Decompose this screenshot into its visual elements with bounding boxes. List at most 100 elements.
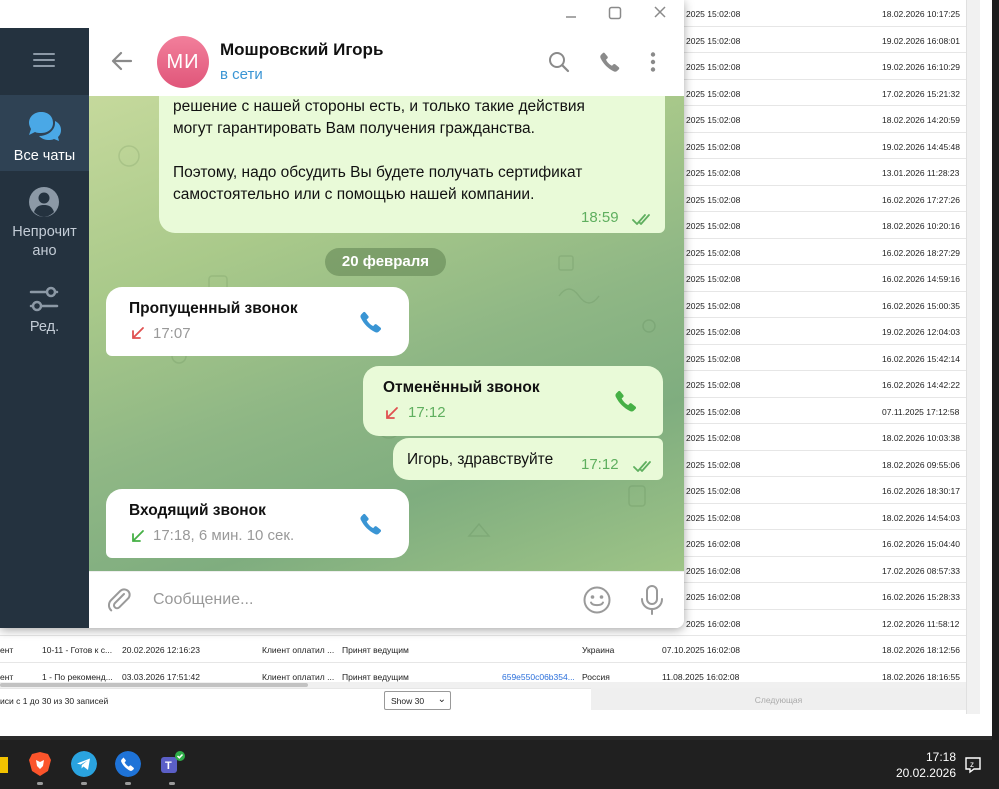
next-page-button[interactable]: Следующая (591, 688, 966, 710)
table-cell: 20.02.2026 12:16:23 (122, 645, 200, 655)
running-indicator (37, 782, 43, 785)
notifications-icon[interactable]: z (964, 756, 982, 774)
table-cell: Клиент оплатил ... (262, 645, 335, 655)
table-cell: Принят ведущим (342, 645, 409, 655)
folders-sidebar: Все чаты Непрочит ано Ред. (0, 28, 89, 628)
window-titlebar (0, 0, 684, 28)
phone-app-icon[interactable] (115, 751, 141, 777)
running-indicator (125, 782, 131, 785)
call-time: 17:18, 6 мин. 10 сек. (153, 527, 295, 544)
table-cell-last-activity: 18.02.2026 09:55:06 (882, 459, 960, 470)
table-row[interactable]: ент 10-11 - Готов к с... 20.02.2026 12:16:… (0, 636, 966, 663)
message-outgoing[interactable]: Игорь, здравствуйте 17:12 (393, 438, 663, 480)
background-edge (980, 0, 999, 740)
table-cell-last-activity: 18.02.2026 10:03:38 (882, 433, 960, 443)
call-title: Отменённый звонок (383, 379, 540, 396)
table-cell: Украина (582, 645, 615, 655)
table-cell-modified: 2025 15:02:08 (686, 406, 741, 417)
page-size-value: Show 30 (391, 696, 425, 706)
table-cell-modified: 2025 15:02:08 (686, 194, 741, 205)
hamburger-menu-icon[interactable] (0, 28, 89, 94)
folder-label: Все чаты (13, 148, 76, 164)
call-back-phone-icon[interactable] (358, 511, 384, 537)
date-separator: 20 февраля (325, 248, 446, 276)
background-bottom-edge (0, 714, 992, 740)
incoming-call-message[interactable]: Входящий звонок 17:18, 6 мин. 10 сек. (106, 489, 409, 558)
table-cell-modified: 2025 15:02:08 (686, 141, 741, 152)
table-cell-last-activity: 17.02.2026 08:57:33 (882, 565, 960, 576)
sliders-icon (29, 286, 59, 312)
folder-label-line2: ано (32, 243, 57, 259)
message-time: 17:12 (581, 456, 619, 473)
file-explorer-icon[interactable] (0, 757, 8, 773)
folder-all-chats[interactable]: Все чаты (0, 95, 89, 171)
table-cell-last-activity: 18.02.2026 14:54:03 (882, 512, 960, 523)
table-cell-modified: 2025 15:02:08 (686, 221, 741, 231)
message-text-line: решение с нашей стороны есть, и только т… (173, 98, 585, 115)
table-cell-modified: 2025 15:02:08 (686, 35, 741, 46)
table-footer: иси с 1 до 30 из 30 записей Show 30 ⌄ Сл… (0, 688, 970, 714)
table-cell-modified: 2025 15:02:08 (686, 115, 741, 125)
page-size-select[interactable]: Show 30 ⌄ (384, 691, 451, 710)
table-cell: ент (0, 645, 14, 655)
minimize-icon[interactable] (560, 4, 582, 22)
scrollbar-thumb[interactable] (0, 683, 308, 687)
folder-edit[interactable]: Ред. (0, 274, 89, 350)
more-vertical-icon[interactable] (641, 50, 665, 74)
table-cell-last-activity: 12.02.2026 11:58:12 (882, 618, 960, 629)
background-vertical-scrollbar[interactable] (966, 0, 980, 714)
table-cell-modified: 2025 16:02:08 (686, 539, 741, 549)
brave-browser-icon[interactable] (27, 751, 53, 777)
message-outgoing[interactable]: решение с нашей стороны есть, и только т… (159, 96, 665, 233)
table-cell-last-activity: 18.02.2026 10:17:25 (882, 9, 960, 19)
close-icon[interactable] (649, 4, 671, 22)
telegram-app-icon[interactable] (71, 751, 97, 777)
peer-name[interactable]: Мошровский Игорь (220, 40, 383, 60)
message-text: Игорь, здравствуйте (407, 451, 554, 468)
table-cell: 07.10.2025 16:02:08 (662, 645, 740, 655)
peer-status: в сети (220, 66, 263, 83)
table-cell-modified: 2025 15:02:08 (686, 247, 741, 258)
table-cell-last-activity: 19.02.2026 16:10:29 (882, 62, 960, 72)
message-input[interactable] (153, 589, 553, 611)
message-text-line: самостоятельно или с помощью нашей компа… (173, 186, 535, 203)
phone-icon[interactable] (598, 50, 622, 74)
table-cell[interactable]: 659e550c06b354... (502, 672, 575, 682)
taskbar: T 17:18 20.02.2026 z (0, 740, 999, 789)
back-arrow-icon[interactable] (109, 48, 135, 74)
call-back-phone-icon[interactable] (358, 309, 384, 335)
call-back-phone-icon[interactable] (613, 388, 639, 414)
table-cell-modified: 2025 16:02:08 (686, 618, 741, 629)
table-cell-last-activity: 16.02.2026 18:27:29 (882, 247, 960, 258)
table-cell-last-activity: 16.02.2026 15:00:35 (882, 300, 960, 311)
table-cell-last-activity: 19.02.2026 16:08:01 (882, 35, 960, 46)
table-cell: 18.02.2026 18:16:55 (882, 671, 960, 682)
folder-unread[interactable]: Непрочит ано (0, 172, 89, 259)
table-cell: 18.02.2026 18:12:56 (882, 645, 960, 655)
cancelled-call-message[interactable]: Отменённый звонок 17:12 (363, 366, 663, 436)
search-icon[interactable] (547, 50, 571, 74)
avatar[interactable]: МИ (157, 36, 209, 88)
microphone-icon[interactable] (638, 584, 666, 616)
missed-call-message[interactable]: Пропущенный звонок 17:07 (106, 287, 409, 356)
clock-date[interactable]: 20.02.2026 (890, 766, 956, 780)
svg-text:z: z (970, 760, 974, 769)
messages-area[interactable]: решение с нашей стороны есть, и только т… (89, 96, 684, 571)
message-text-line: могут гарантировать Вам получения гражда… (173, 120, 535, 137)
cancelled-call-arrow-icon (386, 407, 398, 419)
table-cell: 10-11 - Готов к с... (42, 645, 113, 655)
chats-icon (29, 112, 61, 141)
table-cell-last-activity: 17.02.2026 15:21:32 (882, 88, 960, 99)
emoji-icon[interactable] (582, 585, 612, 615)
table-cell: ент (0, 671, 14, 682)
table-cell-modified: 2025 15:02:08 (686, 300, 741, 311)
attach-paperclip-icon[interactable] (105, 586, 133, 614)
maximize-icon[interactable] (604, 4, 626, 22)
teams-app-icon[interactable]: T (159, 751, 185, 777)
message-composer (89, 571, 684, 628)
message-text-line: Поэтому, надо обсудить Вы будете получат… (173, 164, 583, 181)
table-cell-modified: 2025 15:02:08 (686, 433, 741, 443)
table-cell-last-activity: 19.02.2026 12:04:03 (882, 327, 960, 337)
clock-time[interactable]: 17:18 (900, 750, 956, 764)
table-cell: 1 - По рекоменд... (42, 671, 113, 682)
